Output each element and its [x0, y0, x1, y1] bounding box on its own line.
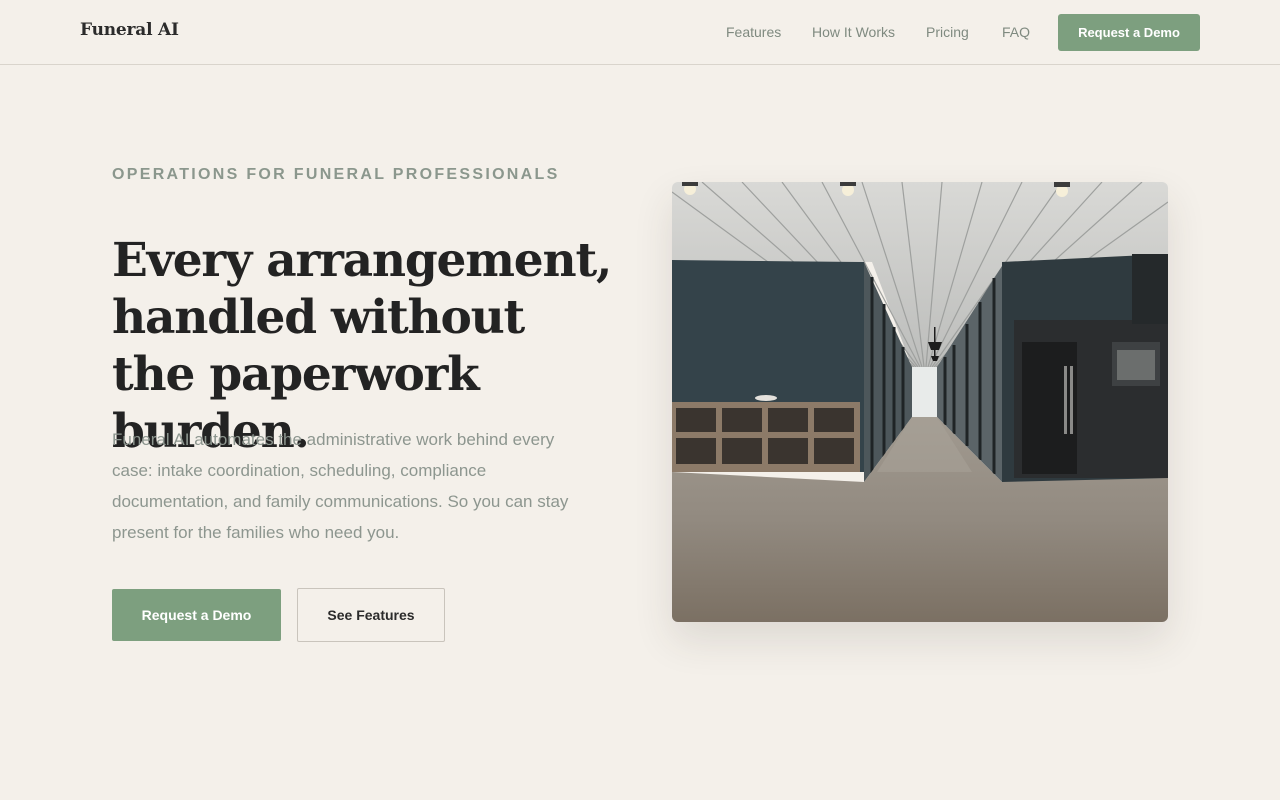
- top-navigation: Funeral AI Features How It Works Pricing…: [0, 0, 1280, 65]
- nav-link-how-it-works[interactable]: How It Works: [812, 24, 895, 40]
- nav-request-demo-button[interactable]: Request a Demo: [1058, 14, 1200, 51]
- nav-link-faq[interactable]: FAQ: [1002, 24, 1030, 40]
- logo[interactable]: Funeral AI: [80, 20, 179, 40]
- nav-link-pricing[interactable]: Pricing: [926, 24, 969, 40]
- request-demo-button[interactable]: Request a Demo: [112, 589, 281, 641]
- hero-description: Funeral AI automates the administrative …: [112, 430, 569, 542]
- hero-eyebrow: OPERATIONS FOR FUNERAL PROFESSIONALS: [112, 166, 560, 183]
- hero-office-hallway-image: [672, 182, 1168, 622]
- see-features-button[interactable]: See Features: [297, 588, 445, 642]
- nav-link-features[interactable]: Features: [726, 24, 781, 40]
